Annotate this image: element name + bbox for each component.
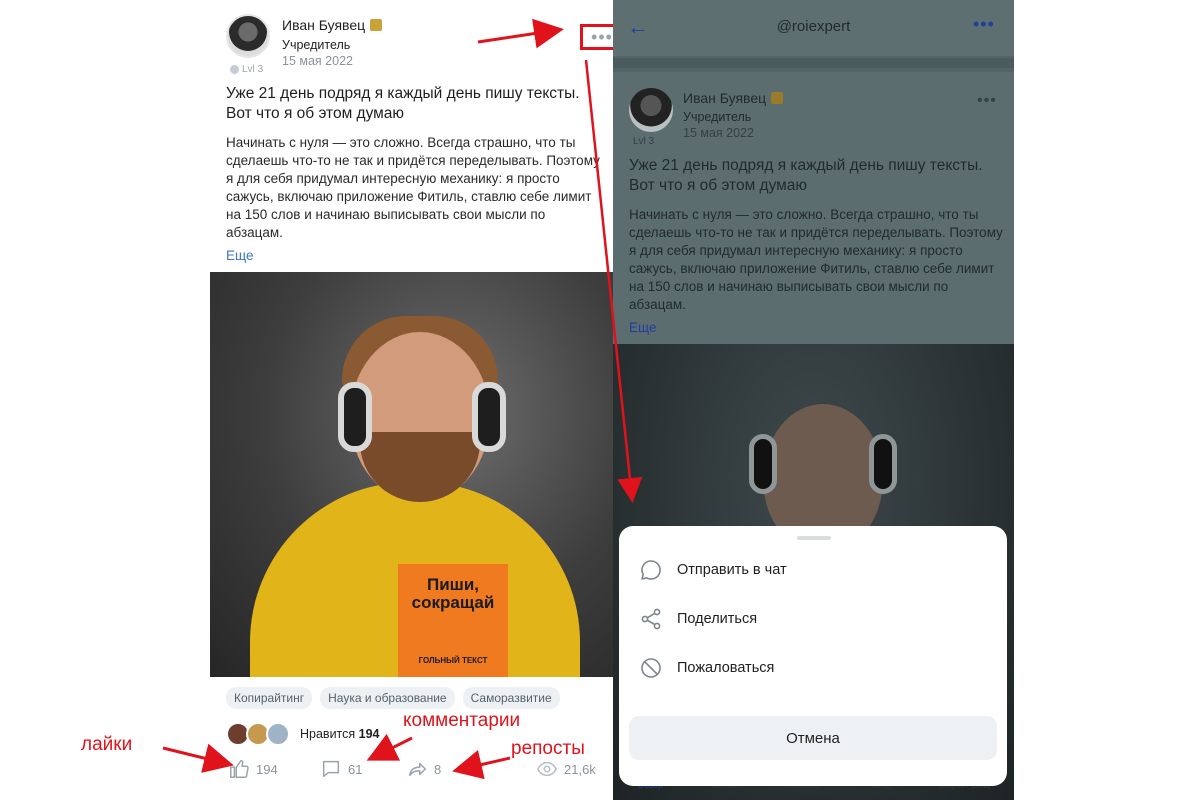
author-avatar[interactable] — [226, 14, 270, 58]
level-badge: Lvl 3 — [230, 64, 263, 75]
photo-book: Пиши, сокращай ГОЛЬНЫЙ ТЕКСТ — [398, 564, 508, 677]
post-date: 15 мая 2022 — [282, 54, 353, 68]
share-icon — [641, 608, 661, 630]
tag-copywriting[interactable]: Копирайтинг — [226, 687, 313, 709]
cancel-button[interactable]: Отмена — [629, 716, 997, 760]
post-title: Уже 21 день подряд я каждый день пишу те… — [629, 157, 983, 194]
annotation-reposts: репосты — [511, 738, 585, 759]
author-name-text: Иван Буявец — [282, 17, 366, 33]
share-item[interactable]: Поделиться — [639, 603, 979, 635]
author-role: Учредитель — [282, 38, 351, 52]
book-subtitle: ГОЛЬНЫЙ ТЕКСТ — [418, 656, 488, 665]
author-name-text: Иван Буявец — [683, 90, 767, 106]
liker-avatar — [266, 722, 290, 746]
share-label: Поделиться — [677, 611, 758, 627]
send-to-chat-label: Отправить в чат — [677, 562, 787, 578]
author-avatar — [629, 88, 673, 132]
views-counter: 21,6k — [536, 758, 596, 780]
comment-icon — [322, 760, 340, 778]
eye-icon — [536, 761, 558, 777]
report-label: Пожаловаться — [677, 660, 775, 676]
likes-prefix: Нравится — [300, 727, 356, 741]
read-more-link: Еще — [629, 320, 657, 335]
divider — [613, 58, 1014, 68]
level-icon — [230, 65, 239, 74]
tag-science[interactable]: Наука и образование — [320, 687, 455, 709]
tag-selfdev[interactable]: Саморазвитие — [462, 687, 560, 709]
headphone-left — [749, 434, 777, 494]
dimmed-post-card: Lvl 3 Иван Буявец Учредитель 15 мая 2022… — [613, 72, 1014, 344]
report-item[interactable]: Пожаловаться — [639, 652, 979, 684]
post-header: Lvl 3 Иван Буявец Учредитель 15 мая 2022… — [226, 14, 613, 78]
headphone-left — [338, 382, 372, 452]
profile-screen: ← @roiexpert ••• Lvl 3 Иван Буявец Учред… — [613, 0, 1014, 800]
send-to-chat-item[interactable]: Отправить в чат — [639, 554, 979, 586]
author-role: Учредитель — [683, 110, 752, 124]
post-screen: Lvl 3 Иван Буявец Учредитель 15 мая 2022… — [210, 0, 613, 800]
chat-bubble-icon — [641, 560, 661, 580]
tag-list: Копирайтинг Наука и образование Саморазв… — [226, 687, 560, 709]
post-stats: 194 61 8 21,6k — [228, 758, 598, 782]
book-title: Пиши, сокращай — [411, 575, 495, 612]
like-count: 194 — [256, 761, 278, 777]
post-body: Начинать с нуля — это сложно. Всегда стр… — [629, 207, 1003, 312]
post-menu-button: ••• — [977, 92, 997, 109]
annotation-comments: комментарии — [403, 710, 521, 731]
comment-button[interactable]: 61 — [320, 758, 362, 780]
post-menu-button[interactable]: ••• — [580, 24, 613, 50]
verified-icon — [771, 92, 784, 104]
profile-menu-button[interactable]: ••• — [973, 14, 995, 35]
views-count: 21,6k — [564, 761, 596, 777]
author-name[interactable]: Иван Буявец — [282, 17, 383, 33]
action-sheet: Отправить в чат Поделиться Пожаловаться … — [619, 526, 1007, 786]
post-body: Начинать с нуля — это сложно. Всегда стр… — [226, 135, 600, 240]
thumbs-up-icon — [230, 760, 249, 778]
annotation-likes: лайки — [81, 734, 133, 755]
likers-row[interactable]: Нравится 194 — [226, 722, 380, 746]
block-icon — [641, 658, 661, 678]
repost-button[interactable]: 8 — [406, 758, 441, 780]
post-date: 15 мая 2022 — [683, 126, 754, 140]
top-bar: ← @roiexpert ••• — [613, 0, 1014, 56]
repost-icon — [408, 762, 426, 777]
sheet-handle[interactable] — [797, 536, 831, 540]
level-label: Lvl 3 — [242, 64, 264, 75]
read-more-link[interactable]: Еще — [226, 248, 253, 263]
profile-handle: @roiexpert — [776, 18, 851, 35]
level-label: Lvl 3 — [633, 136, 655, 147]
post-title: Уже 21 день подряд я каждый день пишу те… — [226, 85, 580, 122]
post-photo[interactable]: Пиши, сокращай ГОЛЬНЫЙ ТЕКСТ — [210, 272, 613, 677]
likes-summary: Нравится 194 — [300, 727, 380, 741]
likes-count: 194 — [358, 727, 380, 741]
author-name: Иван Буявец — [683, 90, 784, 106]
like-button[interactable]: 194 — [228, 758, 278, 780]
headphone-right — [869, 434, 897, 494]
repost-count: 8 — [434, 761, 442, 777]
headphone-right — [472, 382, 506, 452]
verified-icon — [370, 19, 383, 31]
comment-count: 61 — [348, 761, 363, 777]
